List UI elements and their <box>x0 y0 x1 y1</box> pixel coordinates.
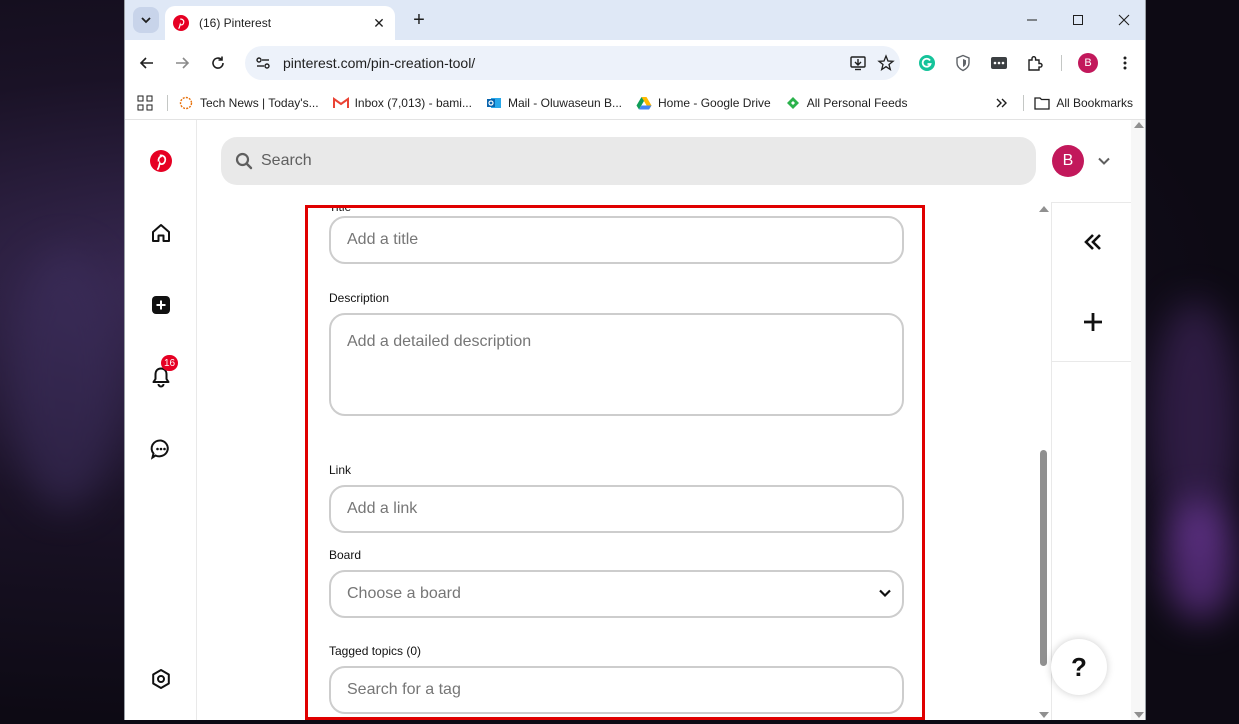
create-nav[interactable] <box>147 291 175 319</box>
account-menu-button[interactable] <box>1093 150 1115 172</box>
new-tab-button[interactable]: + <box>407 9 431 33</box>
gmail-icon <box>332 95 349 111</box>
scroll-down-icon[interactable] <box>1039 712 1049 718</box>
close-window-button[interactable] <box>1101 0 1145 40</box>
sun-burst-icon <box>178 95 194 111</box>
notification-badge: 16 <box>161 355 179 371</box>
tab-title: (16) Pinterest <box>199 16 272 30</box>
minimize-icon <box>1027 19 1037 21</box>
arrow-left-icon <box>139 57 153 69</box>
page-scroll-up-icon[interactable] <box>1134 122 1144 128</box>
reload-button[interactable] <box>204 49 232 77</box>
folder-icon <box>1034 95 1050 111</box>
tab-pinterest[interactable]: (16) Pinterest ✕ <box>165 6 395 40</box>
pinterest-logo[interactable] <box>147 147 175 175</box>
settings-nav[interactable] <box>147 665 175 693</box>
tab-search-button[interactable] <box>133 7 159 33</box>
arrow-right-icon <box>176 57 190 69</box>
help-button[interactable]: ? <box>1051 639 1107 695</box>
scroll-up-icon[interactable] <box>1039 206 1049 212</box>
all-bookmarks-button[interactable]: All Bookmarks <box>1034 95 1133 111</box>
link-input[interactable]: Add a link <box>329 485 904 533</box>
add-pin-button[interactable] <box>1078 307 1108 337</box>
more-bookmarks-button[interactable] <box>995 96 1009 110</box>
browser-window: (16) Pinterest ✕ + pinterest.com/pin-cre… <box>124 0 1146 720</box>
description-textarea[interactable]: Add a detailed description <box>329 313 904 416</box>
chevron-down-icon <box>876 584 894 602</box>
shield-extension-icon[interactable] <box>949 49 977 77</box>
bookmark-gmail-inbox[interactable]: Inbox (7,013) - bami... <box>332 95 472 111</box>
side-panel <box>1051 202 1131 362</box>
title-input[interactable]: Add a title <box>329 216 904 264</box>
apps-button[interactable] <box>137 95 153 111</box>
reload-icon <box>212 56 224 69</box>
tab-strip: (16) Pinterest ✕ + <box>125 0 1145 40</box>
plus-icon <box>1084 313 1102 331</box>
double-chevron-right-icon <box>996 98 1008 108</box>
close-icon <box>1118 14 1130 26</box>
kebab-menu-icon <box>1123 56 1127 70</box>
board-select[interactable]: Choose a board <box>329 570 904 618</box>
apps-grid-icon <box>137 95 153 110</box>
chevron-down-icon <box>1098 157 1110 165</box>
extensions-puzzle-icon[interactable] <box>1021 49 1049 77</box>
messages-nav[interactable] <box>147 435 175 463</box>
pinterest-favicon-icon <box>173 15 189 31</box>
url-text: pinterest.com/pin-creation-tool/ <box>283 55 476 71</box>
collapse-panel-button[interactable] <box>1078 227 1108 257</box>
outlook-icon <box>486 95 502 111</box>
page-scrollbar[interactable] <box>1131 120 1145 720</box>
bookmark-outlook-mail[interactable]: Mail - Oluwaseun B... <box>486 95 622 111</box>
settings-gear-icon <box>152 669 170 689</box>
home-icon <box>152 224 170 242</box>
browser-toolbar: pinterest.com/pin-creation-tool/ B <box>125 40 1145 86</box>
tag-search-input[interactable]: Search for a tag <box>329 666 904 714</box>
grammarly-extension-icon[interactable] <box>913 49 941 77</box>
chat-bubble-icon <box>150 439 169 460</box>
bookmark-feedly[interactable]: All Personal Feeds <box>785 95 907 111</box>
forward-button[interactable] <box>168 49 196 77</box>
google-drive-icon <box>636 95 652 111</box>
minimize-button[interactable] <box>1009 0 1055 40</box>
site-settings-icon[interactable] <box>255 55 271 71</box>
create-plus-icon <box>152 296 170 314</box>
home-nav[interactable] <box>147 219 175 247</box>
link-label: Link <box>329 463 352 477</box>
feedly-icon <box>785 95 801 111</box>
double-chevron-left-icon <box>1084 234 1101 250</box>
dashboard-extension-icon[interactable] <box>985 49 1013 77</box>
profile-avatar: B <box>1078 53 1098 73</box>
tab-close-icon[interactable]: ✕ <box>371 15 387 32</box>
scrollbar-thumb[interactable] <box>1040 450 1047 666</box>
back-button[interactable] <box>133 49 161 77</box>
search-input[interactable]: Search <box>261 152 312 170</box>
page-scroll-down-icon[interactable] <box>1134 712 1144 718</box>
user-avatar[interactable]: B <box>1052 145 1084 177</box>
profile-button[interactable]: B <box>1074 49 1102 77</box>
form-scrollbar[interactable] <box>1037 204 1051 720</box>
board-label: Board <box>329 548 362 562</box>
tagged-topics-label: Tagged topics (0) <box>329 644 422 658</box>
pinterest-page: 16 Search B Title Add a title Descriptio… <box>125 120 1145 720</box>
chrome-menu-button[interactable] <box>1111 49 1139 77</box>
maximize-button[interactable] <box>1055 0 1101 40</box>
install-app-icon[interactable] <box>844 49 872 77</box>
pin-details-form: Title Add a title Description Add a deta… <box>305 206 925 720</box>
board-select-value: Choose a board <box>347 585 461 602</box>
search-icon <box>235 152 253 170</box>
bookmark-star-icon[interactable] <box>872 49 900 77</box>
description-label: Description <box>329 291 390 305</box>
pinterest-logo-icon <box>150 150 172 172</box>
title-label: Title <box>329 206 352 214</box>
bookmarks-bar: Tech News | Today's... Inbox (7,013) - b… <box>125 86 1145 120</box>
left-nav-rail: 16 <box>125 120 197 720</box>
address-bar[interactable]: pinterest.com/pin-creation-tool/ <box>245 46 900 80</box>
bookmark-tech-news[interactable]: Tech News | Today's... <box>178 95 319 111</box>
bookmark-google-drive[interactable]: Home - Google Drive <box>636 95 771 111</box>
search-bar[interactable]: Search <box>221 137 1036 185</box>
chevron-down-icon <box>141 17 151 24</box>
maximize-icon <box>1073 15 1083 25</box>
notifications-nav[interactable]: 16 <box>147 355 179 391</box>
